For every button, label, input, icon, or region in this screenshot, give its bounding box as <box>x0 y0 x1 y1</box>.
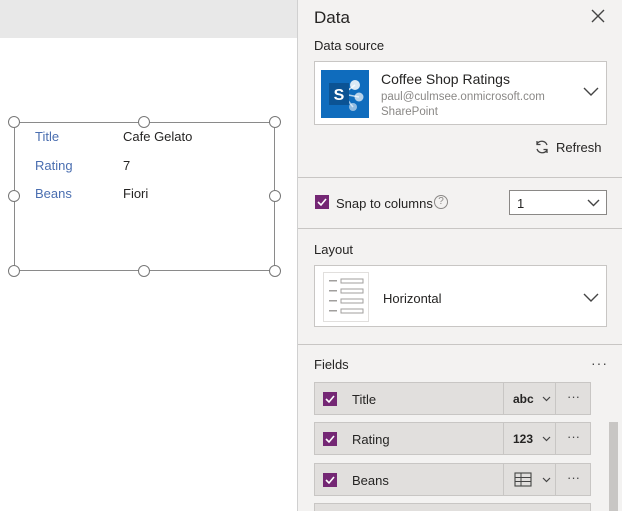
data-source-type: SharePoint <box>381 106 438 118</box>
field-name: Title <box>352 392 377 407</box>
divider <box>298 228 622 229</box>
divider <box>298 344 622 345</box>
snap-to-columns-label: Snap to columns <box>336 196 433 211</box>
checkmark-icon <box>325 476 335 485</box>
chevron-down-icon <box>542 396 551 402</box>
resize-handle-top-left[interactable] <box>8 116 20 128</box>
table-icon <box>514 472 532 487</box>
field-more-button[interactable]: ··· <box>555 423 591 454</box>
field-type-select[interactable] <box>503 464 555 495</box>
chevron-down-icon <box>583 293 599 302</box>
refresh-button[interactable]: Refresh <box>534 139 602 155</box>
fields-label: Fields <box>314 357 349 372</box>
checkmark-icon <box>325 395 335 404</box>
data-source-label: Data source <box>314 38 385 53</box>
form-row-label: Beans <box>35 186 72 201</box>
horizontal-layout-icon <box>323 272 369 322</box>
field-row-title[interactable]: Title abc ··· <box>314 382 591 415</box>
columns-select[interactable]: 1 <box>509 190 607 215</box>
sharepoint-logo-letter: S <box>334 87 345 104</box>
resize-handle-bottom-left[interactable] <box>8 265 20 277</box>
checkmark-icon <box>325 435 335 444</box>
canvas: Title Cafe Gelato Rating 7 Beans Fiori <box>0 0 297 511</box>
chevron-down-icon <box>583 87 599 96</box>
field-checkbox[interactable] <box>323 432 337 446</box>
form-row-label: Title <box>35 129 60 144</box>
chevron-down-icon <box>542 436 551 442</box>
form-row-value: 7 <box>123 158 131 173</box>
field-type-label: 123 <box>513 432 534 446</box>
resize-handle-left[interactable] <box>8 190 20 202</box>
data-source-account: paul@culmsee.onmicrosoft.com <box>381 91 545 103</box>
scrollbar-thumb[interactable] <box>609 422 618 511</box>
sharepoint-logo-icon: S <box>321 70 369 118</box>
edit-form[interactable]: Title Cafe Gelato Rating 7 Beans Fiori <box>14 122 275 271</box>
resize-handle-bottom[interactable] <box>138 265 150 277</box>
panel-title: Data <box>314 8 350 27</box>
layout-label: Layout <box>314 242 354 257</box>
form-row-value: Cafe Gelato <box>123 129 193 144</box>
columns-select-value: 1 <box>517 196 525 211</box>
field-more-button[interactable]: ··· <box>555 464 591 495</box>
help-icon[interactable]: ? <box>434 195 448 209</box>
field-type-label: abc <box>513 392 534 406</box>
checkmark-icon <box>317 198 327 207</box>
field-row-partial <box>314 503 591 511</box>
close-icon[interactable] <box>590 8 606 24</box>
fields-more-icon[interactable]: ··· <box>591 355 608 371</box>
data-panel: Data Data source S Coffee Shop Ratings p… <box>297 0 622 511</box>
layout-value: Horizontal <box>383 291 442 306</box>
layout-select[interactable]: Horizontal <box>314 265 607 327</box>
refresh-label: Refresh <box>556 139 602 155</box>
resize-handle-bottom-right[interactable] <box>269 265 281 277</box>
form-row-label: Rating <box>35 158 73 173</box>
resize-handle-top-right[interactable] <box>269 116 281 128</box>
data-source-name: Coffee Shop Ratings <box>381 71 510 87</box>
chevron-down-icon <box>587 199 600 207</box>
resize-handle-top[interactable] <box>138 116 150 128</box>
form-row-value: Fiori <box>123 186 149 201</box>
field-more-button[interactable]: ··· <box>555 383 591 414</box>
fields-scrollbar[interactable] <box>606 380 620 511</box>
chevron-down-icon <box>542 477 551 483</box>
field-name: Rating <box>352 432 390 447</box>
divider <box>298 177 622 178</box>
field-checkbox[interactable] <box>323 473 337 487</box>
canvas-top-bar <box>0 0 297 38</box>
resize-handle-right[interactable] <box>269 190 281 202</box>
field-type-select[interactable]: abc <box>503 383 555 414</box>
field-checkbox[interactable] <box>323 392 337 406</box>
field-row-rating[interactable]: Rating 123 ··· <box>314 422 591 455</box>
data-source-card[interactable]: S Coffee Shop Ratings paul@culmsee.onmic… <box>314 61 607 125</box>
field-name: Beans <box>352 473 389 488</box>
field-row-beans[interactable]: Beans ··· <box>314 463 591 496</box>
snap-to-columns-checkbox[interactable] <box>315 195 329 209</box>
field-type-select[interactable]: 123 <box>503 423 555 454</box>
refresh-icon <box>536 140 548 154</box>
